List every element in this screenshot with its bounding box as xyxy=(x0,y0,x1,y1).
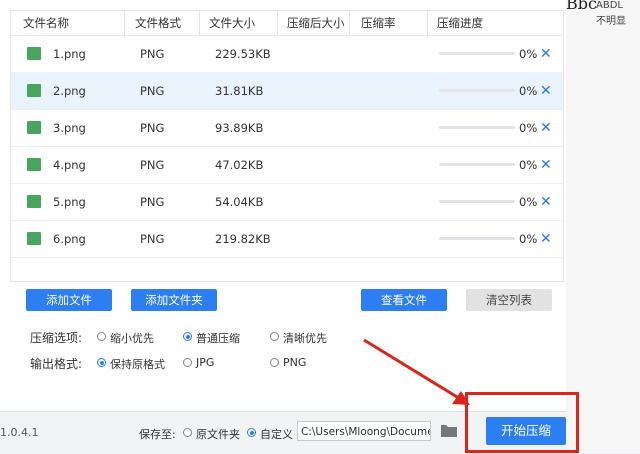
red-arrow-annotation xyxy=(363,338,470,405)
highlight-box xyxy=(465,392,579,453)
